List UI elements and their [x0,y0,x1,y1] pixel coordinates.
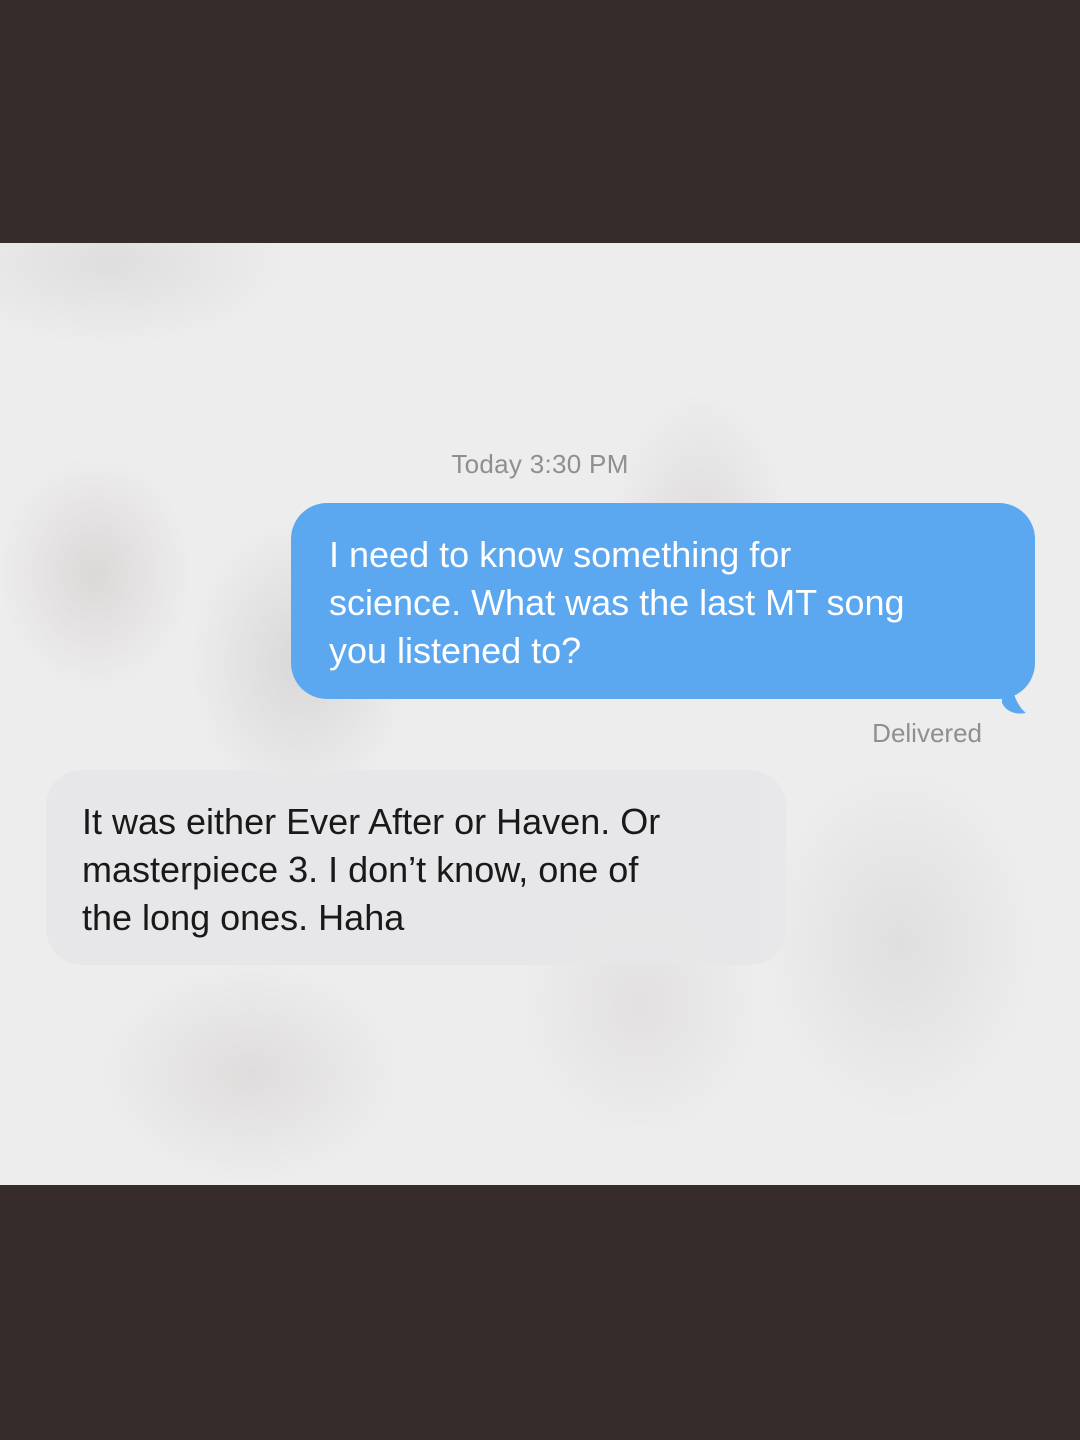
message-line: you listened to? [329,630,582,671]
letterbox-bottom [0,1185,1080,1440]
message-line: the long ones. Haha [82,897,405,938]
incoming-message-bubble[interactable]: It was either Ever After or Haven. Or ma… [46,770,786,965]
message-line: science. What was the last MT song [329,582,905,623]
message-line: It was either Ever After or Haven. Or [82,801,661,842]
message-line: I need to know something for [329,534,792,575]
bubble-tail-icon [1002,663,1026,714]
message-timestamp: Today 3:30 PM [451,449,629,479]
background-photo [0,243,1080,1185]
screenshot-frame: Today 3:30 PM I need to know something f… [0,0,1080,1440]
delivery-status: Delivered [872,718,982,748]
outgoing-message-bubble[interactable]: I need to know something for science. Wh… [291,503,1035,699]
message-thread[interactable]: Today 3:30 PM I need to know something f… [0,243,1080,1185]
message-line: masterpiece 3. I don’t know, one of [82,849,639,890]
letterbox-top [0,0,1080,243]
